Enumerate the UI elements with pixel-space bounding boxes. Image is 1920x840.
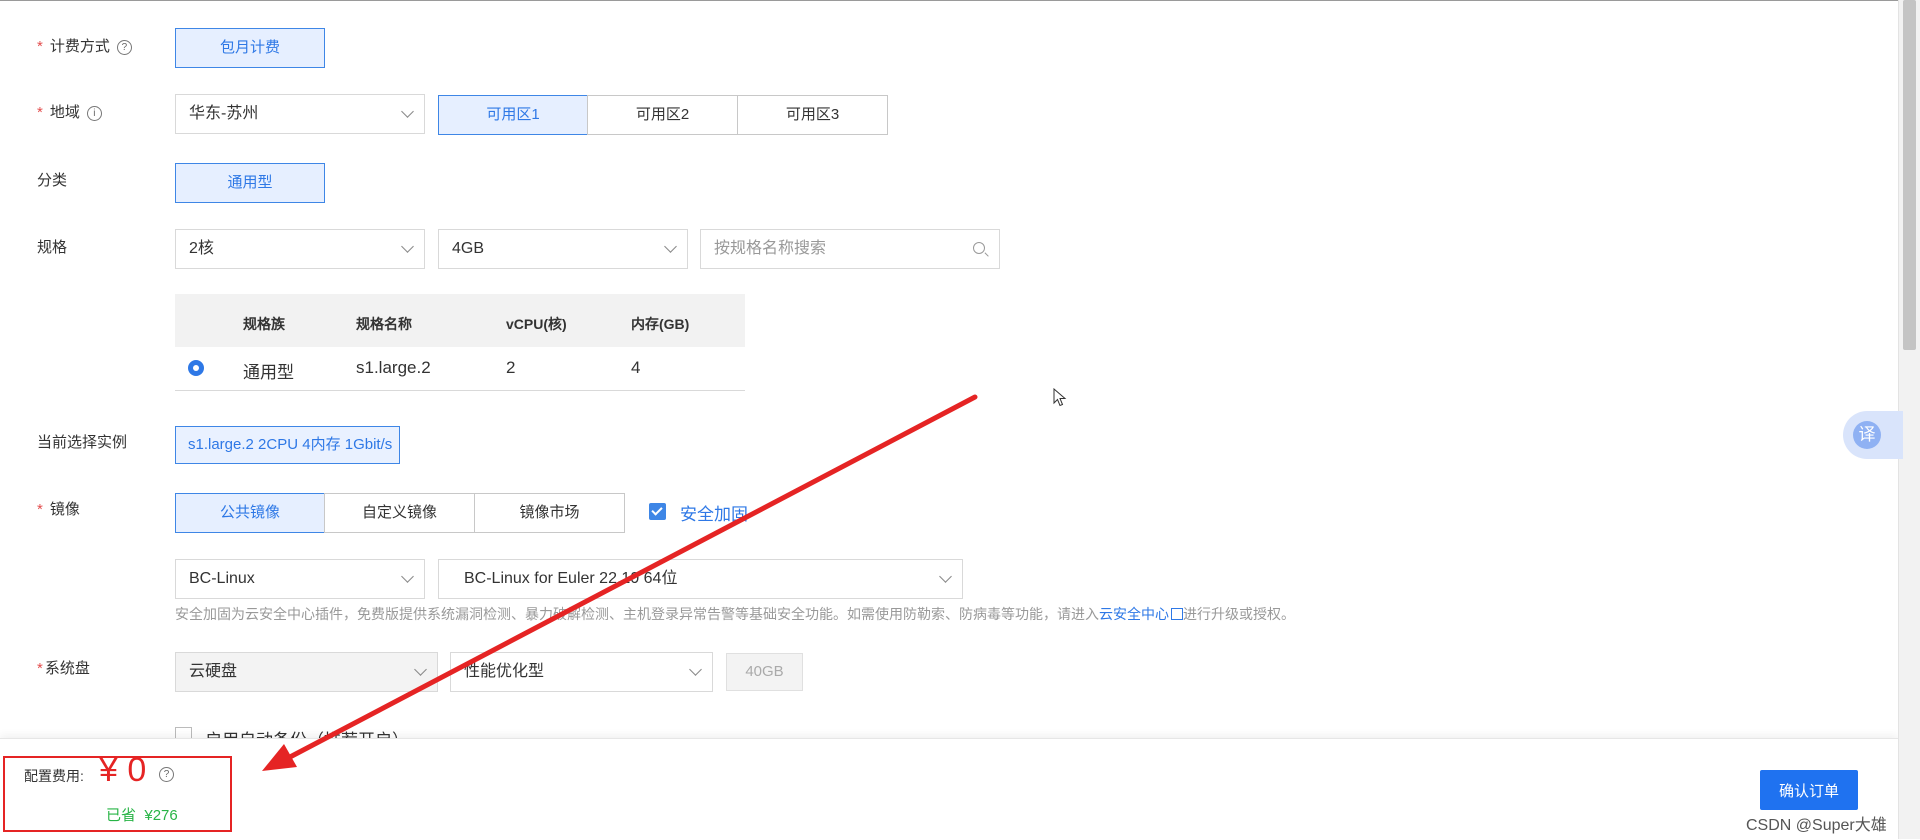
annotation-arrow [262, 394, 978, 771]
mouse-cursor-icon [1053, 388, 1067, 407]
watermark: CSDN @Super大雄 [1746, 817, 1887, 834]
